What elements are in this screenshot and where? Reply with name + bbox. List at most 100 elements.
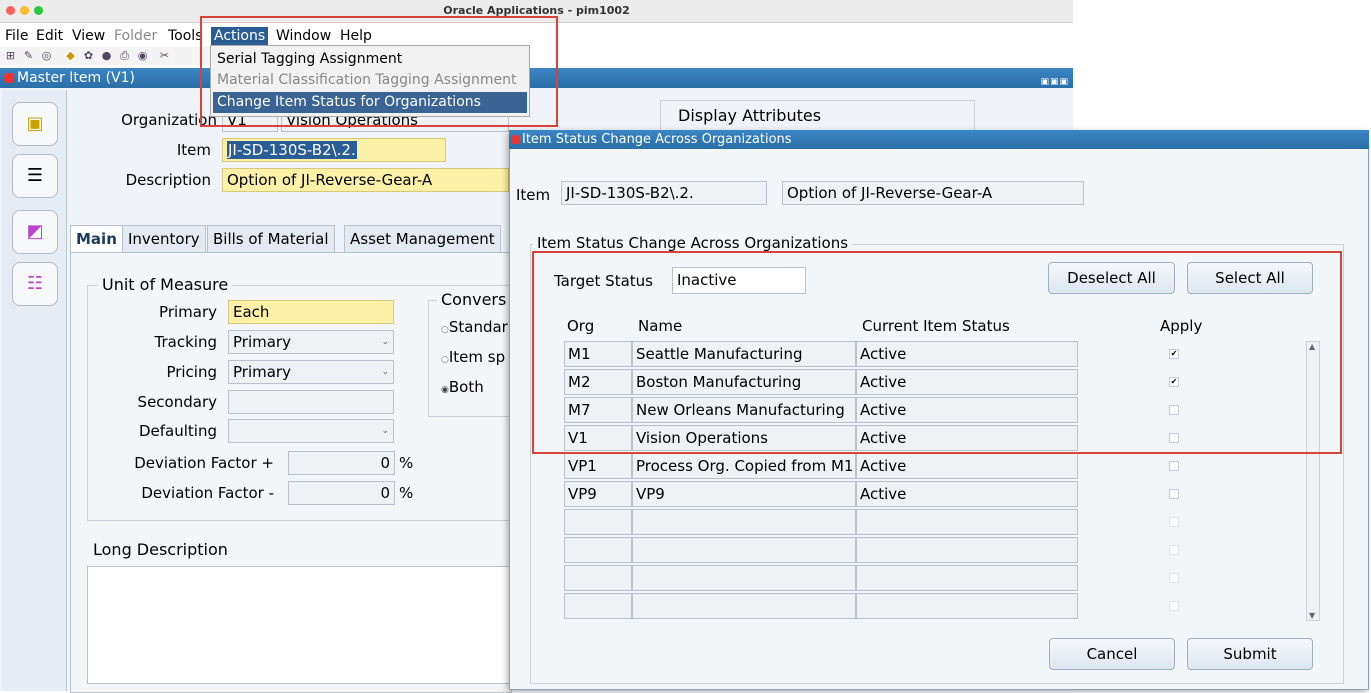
radio-selected-icon: ◉	[441, 385, 449, 395]
dialog-titlebar: Item Status Change Across Organizations	[509, 130, 1369, 149]
list-icon[interactable]: ☷	[12, 262, 58, 306]
radio-standard[interactable]: ○Standar	[441, 318, 508, 336]
find-icon[interactable]: ✎	[22, 49, 35, 62]
radio-item-specific[interactable]: ○Item sp	[441, 348, 505, 366]
attachment-icon[interactable]: ◩	[12, 210, 58, 254]
tab-inventory[interactable]: Inventory	[122, 225, 206, 253]
cut-icon[interactable]: ✂	[158, 49, 171, 62]
conversion-header: Convers	[437, 290, 511, 309]
radio-both-label: Both	[448, 378, 484, 396]
row-name-cell[interactable]	[632, 509, 856, 535]
chevron-down-icon: ⌄	[381, 367, 389, 377]
row-status-cell[interactable]: Active	[856, 481, 1078, 507]
primary-uom-field[interactable]: Each	[228, 300, 394, 324]
row-status-cell[interactable]: Active	[856, 453, 1078, 479]
master-title: Master Item (V1)	[17, 70, 135, 86]
row-org-cell[interactable]	[564, 537, 632, 563]
long-description-label: Long Description	[93, 540, 228, 559]
row-status-cell[interactable]	[856, 565, 1078, 591]
dialog-title: Item Status Change Across Organizations	[522, 132, 792, 147]
item-label: Item	[176, 141, 211, 159]
item-value: JI-SD-130S-B2\.2.	[227, 141, 357, 159]
deviation-minus-field[interactable]: 0	[288, 481, 395, 505]
row-name-cell[interactable]	[632, 593, 856, 619]
cancel-button[interactable]: Cancel	[1049, 638, 1175, 670]
pricing-select[interactable]: Primary ⌄	[228, 360, 394, 384]
secondary-label: Secondary	[137, 393, 217, 411]
radio-both[interactable]: ◉Both	[441, 378, 484, 396]
pricing-label: Pricing	[166, 363, 217, 381]
submit-button[interactable]: Submit	[1187, 638, 1313, 670]
apply-checkbox[interactable]	[1169, 461, 1179, 471]
row-org-cell[interactable]: VP9	[564, 481, 632, 507]
apply-checkbox[interactable]	[1169, 601, 1179, 611]
radio-standard-label: Standar	[448, 318, 508, 336]
defaulting-select[interactable]: ⌄	[228, 419, 394, 443]
navigator-icon[interactable]: ◎	[40, 49, 53, 62]
row-status-cell[interactable]	[856, 593, 1078, 619]
dialog-item-field[interactable]: JI-SD-130S-B2\.2.	[561, 181, 767, 205]
organization-label: Organization	[121, 111, 217, 129]
tracking-label: Tracking	[154, 333, 217, 351]
document-icon[interactable]: ☰	[12, 154, 58, 198]
switch-resp-icon[interactable]: ●	[100, 49, 113, 62]
deviation-plus-field[interactable]: 0	[288, 451, 395, 475]
dialog-description-field[interactable]: Option of JI-Reverse-Gear-A	[782, 181, 1084, 205]
row-status-cell[interactable]	[856, 509, 1078, 535]
row-org-cell[interactable]: VP1	[564, 453, 632, 479]
row-org-cell[interactable]	[564, 509, 632, 535]
next-step-icon[interactable]: ✿	[82, 49, 95, 62]
long-description-field[interactable]	[87, 566, 512, 684]
description-label: Description	[125, 171, 211, 189]
secondary-uom-field[interactable]	[228, 390, 394, 414]
status-change-header: Item Status Change Across Organizations	[533, 234, 853, 252]
menu-folder[interactable]: Folder	[114, 27, 157, 45]
description-field[interactable]: Option of JI-Reverse-Gear-A	[222, 168, 509, 192]
row-org-cell[interactable]	[564, 593, 632, 619]
deviation-minus-label: Deviation Factor -	[141, 484, 274, 502]
row-org-cell[interactable]	[564, 565, 632, 591]
deviation-plus-label: Deviation Factor +	[134, 454, 274, 472]
pricing-value: Primary	[233, 363, 291, 381]
defaulting-label: Defaulting	[138, 422, 217, 440]
save-icon[interactable]: ◆	[64, 49, 77, 62]
display-attributes-header: Display Attributes	[673, 106, 827, 125]
row-name-cell[interactable]	[632, 565, 856, 591]
dialog-item-label: Item	[516, 186, 551, 204]
menu-file[interactable]: File	[5, 27, 28, 45]
tracking-value: Primary	[233, 333, 291, 351]
menu-view[interactable]: View	[72, 27, 105, 45]
apply-checkbox[interactable]	[1169, 573, 1179, 583]
percent-label: %	[399, 484, 414, 502]
chevron-down-icon: ⌄	[381, 426, 389, 436]
row-name-cell[interactable]: Process Org. Copied from M1	[632, 453, 856, 479]
chevron-down-icon: ⌄	[381, 337, 389, 347]
radio-icon: ○	[441, 355, 449, 365]
item-field[interactable]: JI-SD-130S-B2\.2.	[222, 138, 446, 162]
row-name-cell[interactable]: VP9	[632, 481, 856, 507]
radio-icon: ○	[441, 325, 449, 335]
menu-tools[interactable]: Tools	[168, 27, 203, 45]
row-name-cell[interactable]	[632, 537, 856, 563]
radio-item-specific-label: Item sp	[448, 348, 506, 366]
close-form-icon[interactable]: ◉	[136, 49, 149, 62]
print-icon[interactable]: ⎙	[118, 49, 131, 62]
window-controls-icon[interactable]: ▣▣▣	[1040, 72, 1069, 92]
primary-label: Primary	[159, 303, 217, 321]
tab-asset-management[interactable]: Asset Management	[344, 225, 501, 253]
apply-checkbox[interactable]	[1169, 489, 1179, 499]
tab-bills-of-material[interactable]: Bills of Material	[207, 225, 335, 253]
folder-icon[interactable]: ▣	[12, 102, 58, 146]
toolbar: ⊞ ✎ ◎ ◆ ✿ ● ⎙ ◉ ✂	[0, 47, 220, 65]
apply-checkbox[interactable]	[1169, 517, 1179, 527]
apply-checkbox[interactable]	[1169, 545, 1179, 555]
tracking-select[interactable]: Primary ⌄	[228, 330, 394, 354]
annotation-highlight-status	[532, 251, 1342, 454]
annotation-highlight-actions	[200, 16, 558, 127]
tab-main[interactable]: Main	[70, 225, 123, 253]
row-status-cell[interactable]	[856, 537, 1078, 563]
new-icon[interactable]: ⊞	[4, 49, 17, 62]
scroll-down-icon[interactable]: ▼	[1309, 611, 1315, 620]
left-toolbar: ▣ ☰ ◩ ☷	[2, 90, 67, 691]
menu-edit[interactable]: Edit	[36, 27, 63, 45]
